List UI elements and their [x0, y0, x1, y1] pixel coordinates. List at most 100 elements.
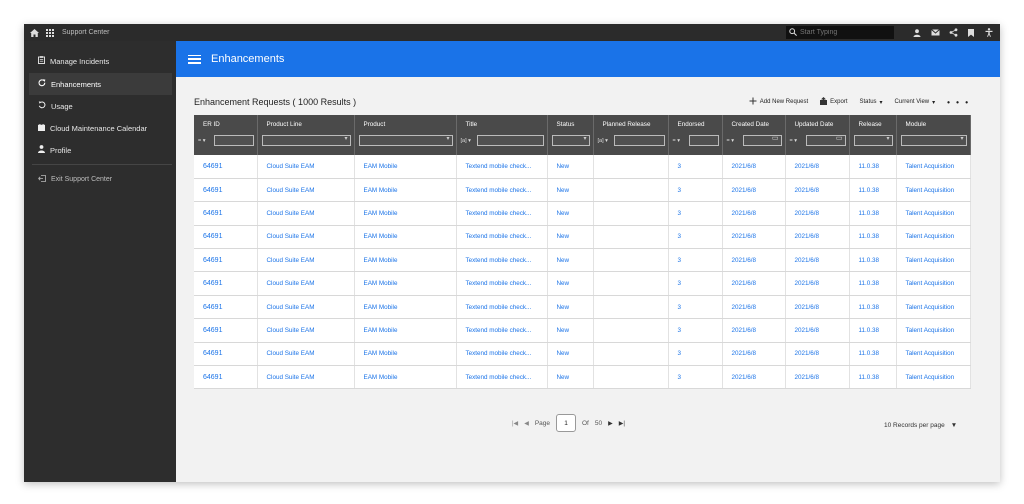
- export-button[interactable]: Export: [820, 97, 848, 107]
- col-header-label: Updated Date: [794, 121, 834, 128]
- cell-updated-date: 2021/6/8: [785, 248, 850, 273]
- operator-equals[interactable]: = ▾: [727, 138, 741, 144]
- mail-icon[interactable]: [930, 28, 940, 38]
- apps-grid-icon[interactable]: [42, 28, 58, 37]
- cell-title[interactable]: Textend mobile check...: [456, 201, 548, 226]
- cell-product-line: Cloud Suite EAM: [257, 201, 355, 226]
- table-row[interactable]: 64691 Cloud Suite EAM EAM Mobile Textend mo…: [194, 178, 971, 203]
- cell-er-id[interactable]: 64691: [194, 201, 258, 226]
- filter-select[interactable]: [358, 135, 453, 146]
- cell-er-id[interactable]: 64691: [194, 248, 258, 273]
- cell-er-id[interactable]: 64691: [194, 342, 258, 367]
- table-row[interactable]: 64691 Cloud Suite EAM EAM Mobile Textend mo…: [194, 318, 971, 343]
- operator-contains[interactable]: [a] ▾: [461, 138, 475, 144]
- cell-title[interactable]: Textend mobile check...: [456, 342, 548, 367]
- next-page-icon[interactable]: ▶: [608, 420, 613, 427]
- main-content: Enhancements Enhancement Requests ( 1000…: [176, 41, 1000, 482]
- share-icon[interactable]: [948, 28, 958, 38]
- operator-equals[interactable]: = ▾: [790, 138, 804, 144]
- col-header-title[interactable]: Title [a] ▾: [456, 115, 548, 155]
- cell-er-id[interactable]: 64691: [194, 365, 258, 390]
- cell-title[interactable]: Textend mobile check...: [456, 365, 548, 390]
- first-page-icon[interactable]: |◀: [512, 420, 518, 427]
- sidebar-item-label: Enhancements: [51, 79, 102, 89]
- home-icon[interactable]: [26, 28, 42, 37]
- operator-contains[interactable]: [a] ▾: [598, 138, 612, 144]
- toolbar-actions: Add New Request Export Status ▾ Current …: [749, 97, 970, 107]
- cell-er-id[interactable]: 64691: [194, 178, 258, 203]
- results-title: Enhancement Requests ( 1000 Results ): [194, 97, 357, 107]
- accessibility-icon[interactable]: [984, 28, 994, 38]
- sidebar-item-label: Manage Incidents: [50, 56, 110, 66]
- filter-select[interactable]: [551, 135, 590, 146]
- cell-title[interactable]: Textend mobile check...: [456, 248, 548, 273]
- cell-title[interactable]: Textend mobile check...: [456, 271, 548, 296]
- records-per-page-dropdown[interactable]: 10 Records per page ▼: [884, 422, 957, 429]
- sidebar-item-usage[interactable]: Usage: [24, 95, 176, 117]
- filter-input[interactable]: [214, 135, 254, 146]
- filter-select[interactable]: [900, 135, 967, 146]
- table-row[interactable]: 64691 Cloud Suite EAM EAM Mobile Textend mo…: [194, 155, 971, 179]
- cell-title[interactable]: Textend mobile check...: [456, 318, 548, 343]
- col-header-endorsed[interactable]: Endorsed = ▾: [668, 115, 723, 155]
- grid-toolbar: Enhancement Requests ( 1000 Results ) Ad…: [194, 94, 970, 110]
- sidebar-item-profile[interactable]: Profile: [24, 139, 176, 161]
- col-header-created-date[interactable]: Created Date = ▾: [722, 115, 786, 155]
- filter-select[interactable]: [853, 135, 893, 146]
- table-row[interactable]: 64691 Cloud Suite EAM EAM Mobile Textend mo…: [194, 248, 971, 273]
- col-header-planned-release[interactable]: Planned Release [a] ▾: [593, 115, 669, 155]
- operator-equals[interactable]: = ▾: [673, 138, 687, 144]
- filter-title: [a] ▾: [461, 135, 547, 146]
- cell-title[interactable]: Textend mobile check...: [456, 225, 548, 250]
- cell-er-id[interactable]: 64691: [194, 295, 258, 320]
- cell-updated-date: 2021/6/8: [785, 318, 850, 343]
- operator-equals[interactable]: = ▾: [198, 138, 212, 144]
- bookmark-icon[interactable]: [966, 28, 976, 38]
- circle-arrow-icon: [38, 101, 46, 111]
- more-options-button[interactable]: • • •: [947, 98, 970, 107]
- add-new-request-button[interactable]: Add New Request: [749, 97, 808, 107]
- table-row[interactable]: 64691 Cloud Suite EAM EAM Mobile Textend mo…: [194, 271, 971, 296]
- col-header-release[interactable]: Release: [849, 115, 897, 155]
- table-row[interactable]: 64691 Cloud Suite EAM EAM Mobile Textend mo…: [194, 295, 971, 320]
- cell-er-id[interactable]: 64691: [194, 318, 258, 343]
- sidebar-item-enhancements[interactable]: Enhancements: [29, 73, 172, 95]
- sidebar-item-manage-incidents[interactable]: Manage Incidents: [24, 50, 176, 72]
- table-row[interactable]: 64691 Cloud Suite EAM EAM Mobile Textend mo…: [194, 225, 971, 250]
- current-view-dropdown[interactable]: Current View ▾: [895, 99, 936, 106]
- cell-product-line: Cloud Suite EAM: [257, 155, 355, 179]
- date-picker[interactable]: [805, 134, 846, 146]
- cell-endorsed: 3: [668, 295, 723, 320]
- cell-title[interactable]: Textend mobile check...: [456, 155, 548, 179]
- filter-endorsed: = ▾: [673, 135, 722, 146]
- cell-title[interactable]: Textend mobile check...: [456, 295, 548, 320]
- user-icon[interactable]: [912, 28, 922, 38]
- page-number-input[interactable]: 1: [556, 414, 576, 432]
- search-input[interactable]: [800, 29, 884, 36]
- col-header-product-line[interactable]: Product Line: [257, 115, 355, 155]
- last-page-icon[interactable]: ▶|: [619, 420, 625, 427]
- global-search[interactable]: [786, 26, 894, 39]
- filter-input[interactable]: [688, 135, 719, 146]
- table-row[interactable]: 64691 Cloud Suite EAM EAM Mobile Textend mo…: [194, 201, 971, 226]
- filter-input[interactable]: [476, 135, 544, 146]
- col-header-status[interactable]: Status: [547, 115, 594, 155]
- date-picker[interactable]: [742, 134, 782, 146]
- cell-er-id[interactable]: 64691: [194, 225, 258, 250]
- prev-page-icon[interactable]: ◀: [524, 420, 529, 427]
- exit-support-center-link[interactable]: Exit Support Center: [24, 168, 176, 190]
- col-header-er-id[interactable]: ER ID = ▾: [194, 115, 258, 155]
- table-row[interactable]: 64691 Cloud Suite EAM EAM Mobile Textend mo…: [194, 365, 971, 390]
- status-dropdown[interactable]: Status ▾: [860, 99, 883, 106]
- sidebar-item-cloud-maintenance-calendar[interactable]: Cloud Maintenance Calendar: [24, 117, 176, 139]
- cell-title[interactable]: Textend mobile check...: [456, 178, 548, 203]
- col-header-product[interactable]: Product: [354, 115, 457, 155]
- filter-input[interactable]: [613, 135, 665, 146]
- col-header-updated-date[interactable]: Updated Date = ▾: [785, 115, 850, 155]
- col-header-module[interactable]: Module: [896, 115, 971, 155]
- cell-er-id[interactable]: 64691: [194, 271, 258, 296]
- filter-select[interactable]: [261, 135, 351, 146]
- table-row[interactable]: 64691 Cloud Suite EAM EAM Mobile Textend mo…: [194, 342, 971, 367]
- cell-er-id[interactable]: 64691: [194, 155, 258, 179]
- hamburger-menu-icon[interactable]: [188, 54, 201, 64]
